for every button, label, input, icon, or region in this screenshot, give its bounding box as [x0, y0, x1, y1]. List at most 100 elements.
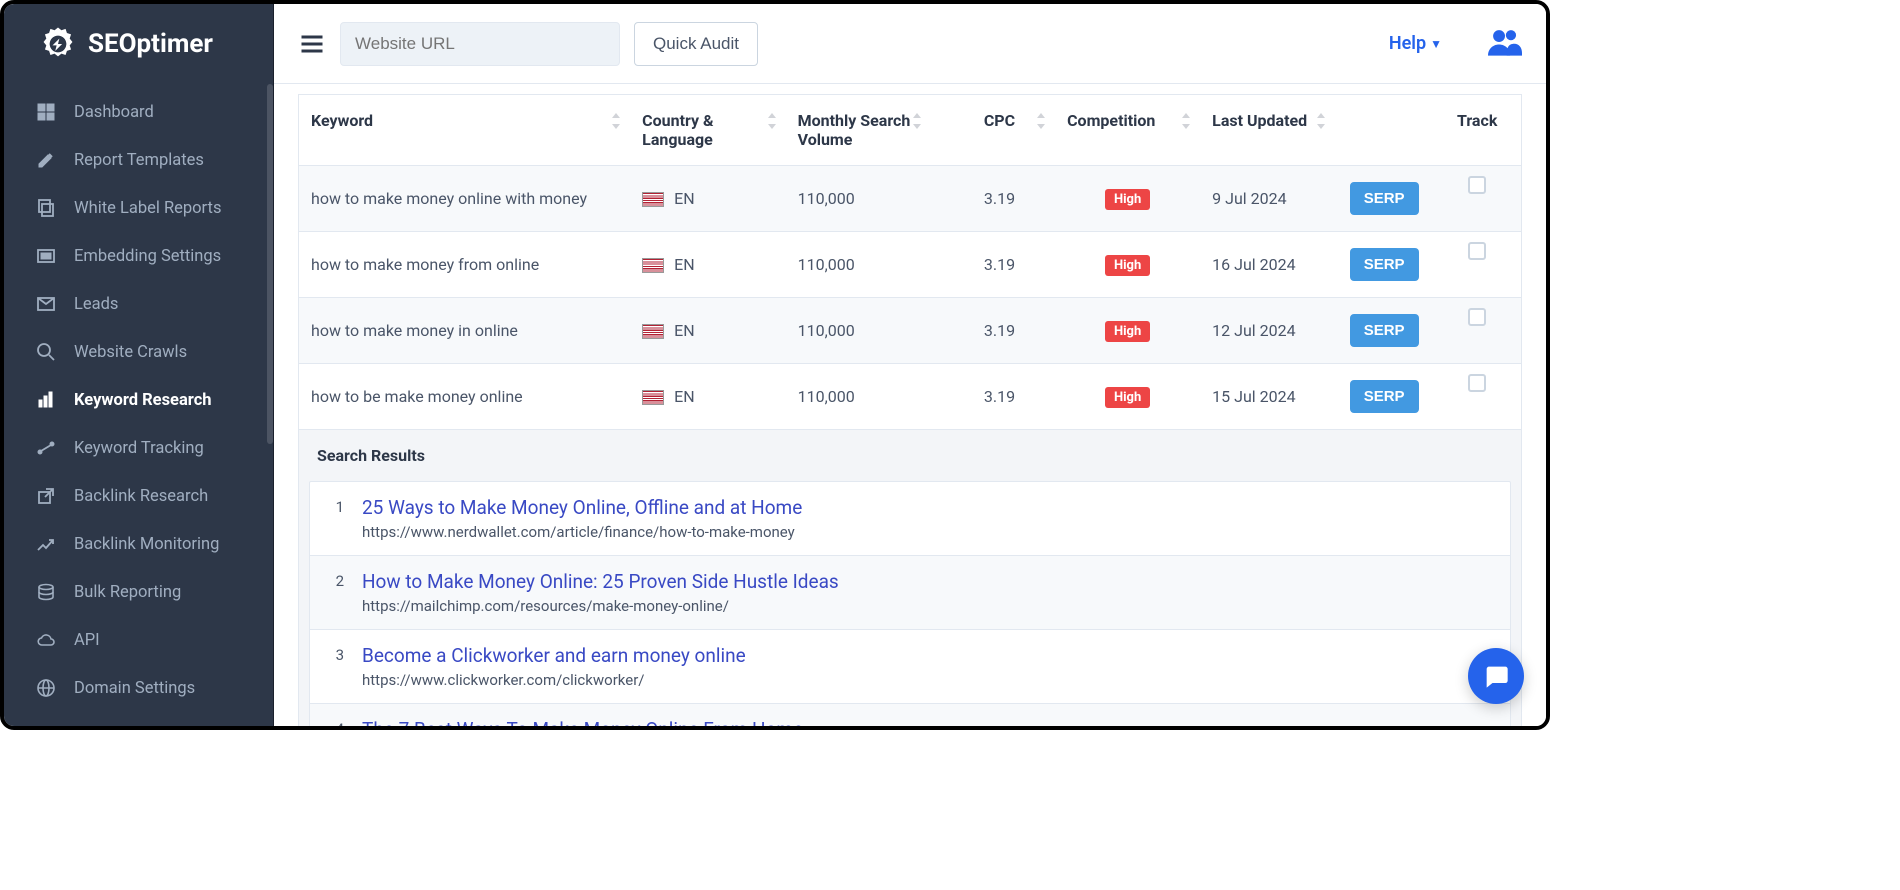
table-row: how to make money from online EN110,0003… [299, 232, 1522, 298]
track-checkbox[interactable] [1468, 374, 1486, 392]
table-row: how to make money online with money EN11… [299, 166, 1522, 232]
flag-us-icon [642, 192, 664, 207]
sidebar-item-backlink-monitoring[interactable]: Backlink Monitoring [4, 520, 273, 568]
bar-icon [36, 390, 56, 410]
stack-icon [36, 582, 56, 602]
mail-icon [36, 294, 56, 314]
sidebar-item-keyword-research[interactable]: Keyword Research [4, 376, 273, 424]
sidebar-item-white-label[interactable]: White Label Reports [4, 184, 273, 232]
cell-updated: 15 Jul 2024 [1200, 364, 1335, 430]
sidebar-item-report-templates[interactable]: Report Templates [4, 136, 273, 184]
result-title-link[interactable]: How to Make Money Online: 25 Proven Side… [362, 570, 1492, 593]
menu-toggle-icon[interactable] [298, 30, 326, 58]
embed-icon [36, 246, 56, 266]
help-dropdown[interactable]: Help ▼ [1389, 33, 1442, 54]
result-rank: 3 [328, 644, 344, 664]
col-updated[interactable]: Last Updated [1200, 95, 1335, 166]
sidebar-item-label: Embedding Settings [74, 247, 221, 266]
website-url-input[interactable] [340, 22, 620, 66]
result-title-link[interactable]: The 7 Best Ways To Make Money Online Fro… [362, 718, 1492, 726]
serp-button[interactable]: SERP [1350, 380, 1419, 413]
sidebar-item-label: Report Templates [74, 151, 204, 170]
flag-us-icon [642, 324, 664, 339]
cell-competition: High [1055, 298, 1200, 364]
competition-badge: High [1105, 189, 1150, 210]
cloud-icon [36, 630, 56, 650]
sidebar-item-bulk-reporting[interactable]: Bulk Reporting [4, 568, 273, 616]
search-result-item: 4 The 7 Best Ways To Make Money Online Fr… [310, 704, 1510, 726]
logo[interactable]: SEOptimer [4, 4, 273, 84]
cell-country: EN [630, 364, 785, 430]
sidebar-item-label: White Label Reports [74, 199, 221, 218]
sidebar-item-label: Leads [74, 295, 118, 314]
line-icon [36, 438, 56, 458]
result-title-link[interactable]: Become a Clickworker and earn money onli… [362, 644, 1492, 667]
col-keyword[interactable]: Keyword [299, 95, 631, 166]
users-icon[interactable] [1488, 27, 1522, 61]
sort-icon [1180, 113, 1192, 129]
sidebar-item-backlink-research[interactable]: Backlink Research [4, 472, 273, 520]
sidebar-item-leads[interactable]: Leads [4, 280, 273, 328]
sidebar-item-label: Dashboard [74, 103, 154, 122]
result-rank: 4 [328, 718, 344, 726]
track-checkbox[interactable] [1468, 176, 1486, 194]
sidebar-item-label: Keyword Research [74, 391, 212, 410]
gear-icon [36, 22, 80, 66]
sidebar-item-label: Keyword Tracking [74, 439, 204, 458]
cell-cpc: 3.19 [931, 364, 1055, 430]
sidebar-item-label: Backlink Monitoring [74, 535, 219, 554]
cell-country: EN [630, 232, 785, 298]
search-results-panel: Search Results 125 Ways to Make Money On… [298, 430, 1522, 726]
search-result-item: 2 How to Make Money Online: 25 Proven Sid… [310, 556, 1510, 630]
sidebar-item-keyword-tracking[interactable]: Keyword Tracking [4, 424, 273, 472]
chat-button[interactable] [1468, 648, 1524, 704]
quick-audit-button[interactable]: Quick Audit [634, 22, 758, 66]
content: Keyword Country & Language Monthly Searc… [274, 84, 1546, 726]
sidebar-item-label: Domain Settings [74, 679, 195, 698]
col-cpc[interactable]: CPC [931, 95, 1055, 166]
flag-us-icon [642, 258, 664, 273]
sort-icon [766, 113, 778, 129]
serp-button[interactable]: SERP [1350, 182, 1419, 215]
track-checkbox[interactable] [1468, 308, 1486, 326]
sort-icon [610, 113, 622, 129]
growth-icon [36, 534, 56, 554]
cell-competition: High [1055, 166, 1200, 232]
chevron-down-icon: ▼ [1430, 37, 1442, 51]
sort-icon [911, 113, 923, 129]
col-country[interactable]: Country & Language [630, 95, 785, 166]
cell-volume: 110,000 [786, 232, 931, 298]
sidebar-item-api[interactable]: API [4, 616, 273, 664]
sidebar-item-dashboard[interactable]: Dashboard [4, 88, 273, 136]
sidebar-item-label: Backlink Research [74, 487, 208, 506]
cell-cpc: 3.19 [931, 232, 1055, 298]
sidebar-item-label: Bulk Reporting [74, 583, 181, 602]
scrollbar[interactable] [267, 84, 273, 444]
result-rank: 2 [328, 570, 344, 590]
cell-updated: 9 Jul 2024 [1200, 166, 1335, 232]
sidebar-item-domain-settings[interactable]: Domain Settings [4, 664, 273, 712]
cell-cpc: 3.19 [931, 166, 1055, 232]
cell-keyword: how to make money from online [299, 232, 631, 298]
sidebar-item-embedding[interactable]: Embedding Settings [4, 232, 273, 280]
globe-icon [36, 678, 56, 698]
sidebar: SEOptimer Dashboard Report Templates White… [4, 4, 274, 726]
search-result-item: 125 Ways to Make Money Online, Offline a… [310, 482, 1510, 556]
track-checkbox[interactable] [1468, 242, 1486, 260]
cell-keyword: how to make money online with money [299, 166, 631, 232]
competition-badge: High [1105, 387, 1150, 408]
col-volume[interactable]: Monthly Search Volume [786, 95, 931, 166]
sidebar-item-label: API [74, 631, 100, 650]
sidebar-item-crawls[interactable]: Website Crawls [4, 328, 273, 376]
serp-button[interactable]: SERP [1350, 314, 1419, 347]
copy-icon [36, 198, 56, 218]
result-title-link[interactable]: 25 Ways to Make Money Online, Offline an… [362, 496, 1492, 519]
cell-volume: 110,000 [786, 364, 931, 430]
grid-icon [36, 102, 56, 122]
result-url: https://www.nerdwallet.com/article/finan… [362, 523, 1492, 541]
brand-name: SEOptimer [88, 29, 213, 59]
serp-button[interactable]: SERP [1350, 248, 1419, 281]
col-competition[interactable]: Competition [1055, 95, 1200, 166]
cell-updated: 12 Jul 2024 [1200, 298, 1335, 364]
flag-us-icon [642, 390, 664, 405]
